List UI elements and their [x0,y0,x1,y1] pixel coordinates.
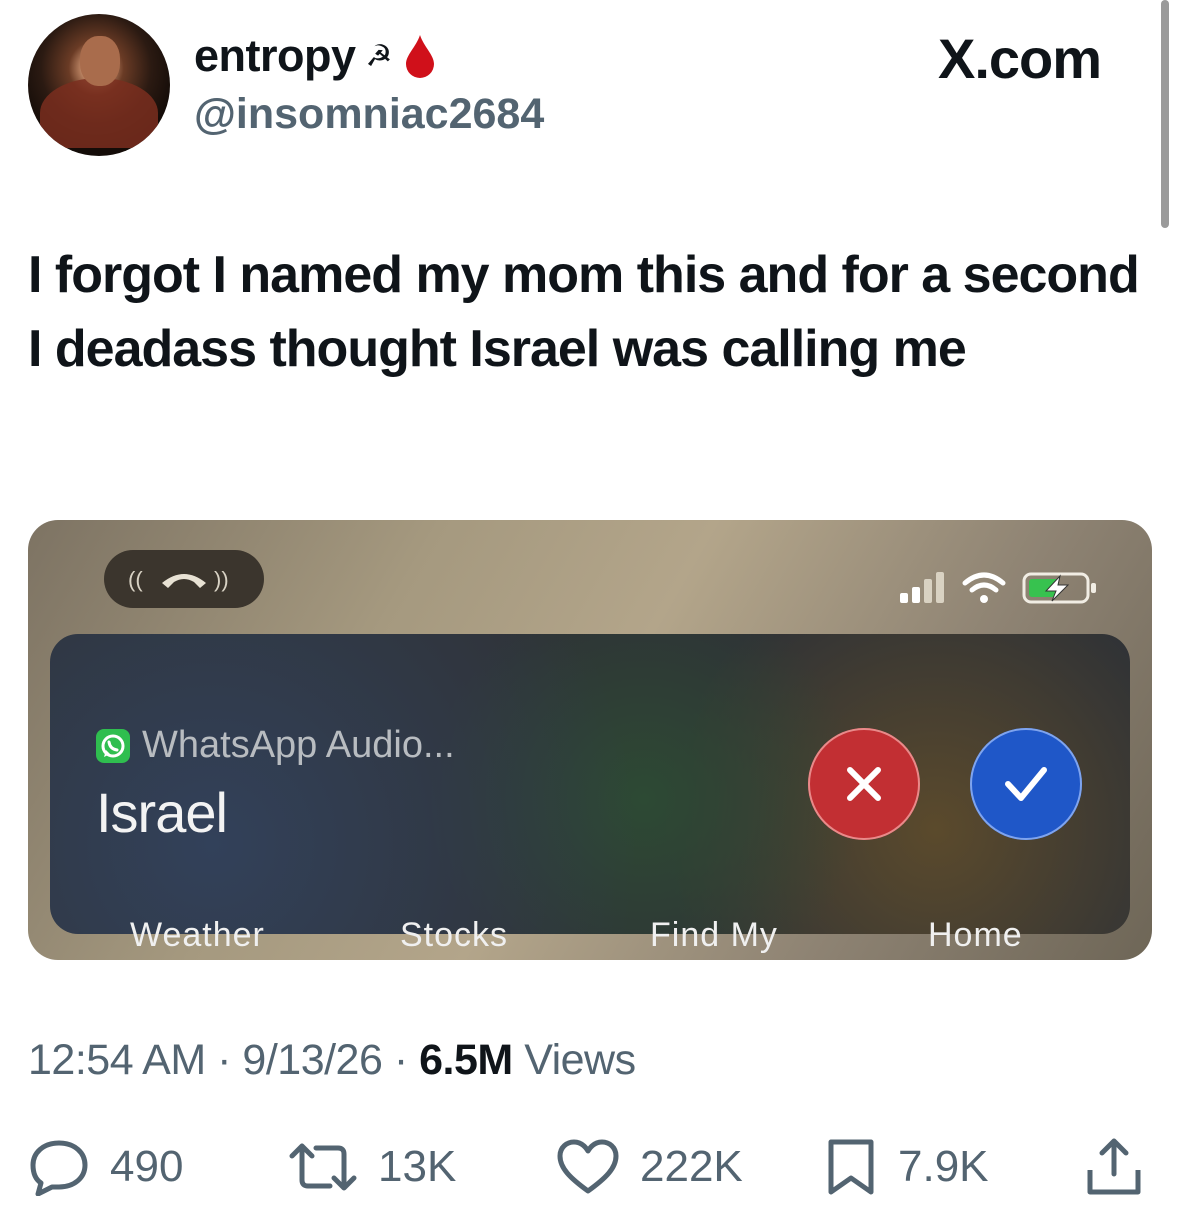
bookmark-count: 7.9K [898,1142,989,1191]
share-icon [1087,1138,1141,1195]
action-bar: 490 13K 222K 7.9K [0,1138,1180,1198]
tweet-media[interactable]: (( )) WhatsApp Audio... Israel Weather S… [28,520,1152,960]
whatsapp-icon [96,728,130,763]
display-name-row[interactable]: entropy ☭ [194,30,438,82]
dock-label-find-my: Find My [650,916,778,954]
svg-text:((: (( [128,567,143,592]
like-icon [557,1139,619,1194]
check-icon [1005,767,1047,801]
signal-icon [900,572,944,603]
repost-count: 13K [378,1142,457,1191]
meta-separator: · [217,1036,231,1084]
app-label: WhatsApp Audio... [142,724,455,766]
dock-label-home: Home [928,916,1023,954]
blood-drop-icon [405,35,434,78]
like-button[interactable]: 222K [556,1138,743,1196]
wifi-icon [962,572,1006,603]
reply-icon [30,1140,88,1196]
battery-charging-icon [1022,572,1096,604]
views-count: 6.5M [419,1036,513,1084]
tweet-date[interactable]: 9/13/26 [242,1036,382,1084]
avatar-body-shape [40,78,158,148]
tweet-meta: 12:54 AM · 9/13/26 · 6.5M Views [28,1036,636,1085]
svg-text:)): )) [214,567,229,592]
tweet-text: I forgot I named my mom this and for a s… [28,246,1140,378]
hammer-sickle-icon: ☭ [365,39,393,73]
views-label: Views [524,1036,636,1084]
phone-hangup-icon: (( )) [128,567,229,592]
call-pill[interactable]: (( )) [104,550,264,608]
caller-name: Israel [96,781,228,844]
repost-button[interactable]: 13K [288,1138,456,1196]
accept-call-button[interactable] [970,728,1082,840]
app-source: WhatsApp Audio... [96,724,455,767]
reply-button[interactable]: 490 [28,1138,183,1196]
meta-separator: · [393,1036,408,1084]
share-button[interactable] [1084,1138,1144,1196]
close-icon [847,767,881,801]
display-name[interactable]: entropy [194,30,356,82]
dock-label-weather: Weather [130,916,265,954]
incoming-call-notification[interactable]: WhatsApp Audio... Israel [50,634,1130,934]
user-handle[interactable]: @insomniac2684 [194,90,544,139]
like-count: 222K [640,1142,743,1191]
scrollbar[interactable] [1161,0,1169,228]
site-watermark: X.com [938,27,1102,90]
dock-label-stocks: Stocks [400,916,509,954]
tweet-time[interactable]: 12:54 AM [28,1036,206,1084]
decline-call-button[interactable] [808,728,920,840]
repost-icon [289,1143,357,1191]
bookmark-icon [828,1139,874,1195]
avatar[interactable] [28,14,170,156]
reply-count: 490 [110,1142,184,1191]
status-bar [898,570,1100,606]
bookmark-button[interactable]: 7.9K [824,1138,989,1196]
avatar-face-shape [80,36,120,86]
